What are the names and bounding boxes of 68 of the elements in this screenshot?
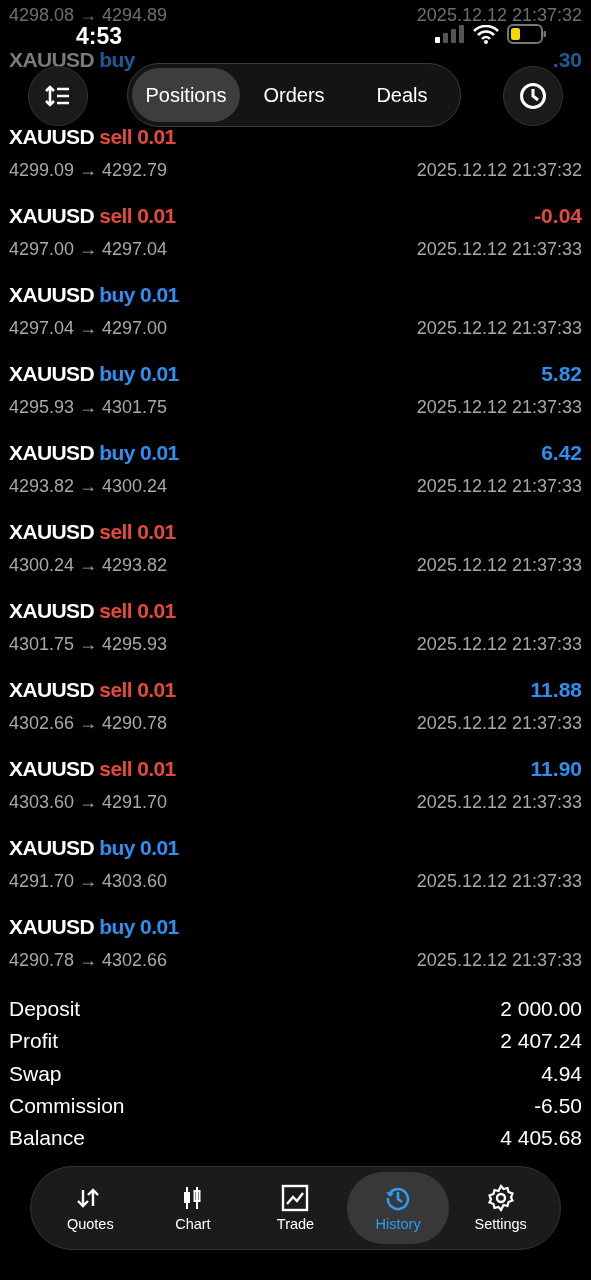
deal-time: 2025.12.12 21:37:33	[416, 633, 582, 655]
deal-title: XAUUSD sell 0.01	[9, 204, 176, 228]
segment-tab[interactable]: Positions	[132, 68, 240, 122]
price-range: 4297.04 → 4297.00	[9, 317, 168, 339]
tab-bar-item[interactable]: Trade	[244, 1172, 347, 1244]
price-range: 4302.66 → 4290.78	[9, 712, 168, 734]
profit-value: .30	[552, 48, 582, 72]
deal-title: XAUUSD buy 0.01	[9, 441, 179, 465]
summary-value: -6.50	[534, 1094, 582, 1119]
summary-value: 2 000.00	[500, 997, 582, 1022]
summary-value: 2 407.24	[500, 1029, 582, 1054]
price-range: 4300.24 → 4293.82	[9, 554, 168, 576]
summary-label: Commission	[9, 1094, 125, 1119]
price-range: 4299.09 → 4292.79	[9, 159, 168, 181]
price-range: 4291.70 → 4303.60	[9, 870, 168, 892]
deal-time: 2025.12.12 21:37:33	[416, 238, 582, 260]
deal-title: XAUUSD buy 0.01	[9, 362, 179, 386]
segment-tab[interactable]: Orders	[240, 68, 348, 122]
price-range: 4301.75 → 4295.93	[9, 633, 168, 655]
deal-time: 2025.12.12 21:37:33	[416, 317, 582, 339]
price-range: 4295.93 → 4301.75	[9, 396, 168, 418]
status-time: 4:53	[76, 25, 123, 48]
deal-time: 2025.12.12 21:37:32	[416, 159, 582, 181]
price-range: 4303.60 → 4291.70	[9, 791, 168, 813]
deal-title: XAUUSD sell 0.01	[9, 520, 176, 544]
sort-icon	[45, 85, 71, 107]
tab-bar-item[interactable]: History	[346, 1172, 450, 1244]
deal-title: XAUUSD buy 0.01	[9, 915, 179, 939]
deal-title: XAUUSD sell 0.01	[9, 125, 176, 149]
summary-value: 4 405.68	[500, 1126, 582, 1151]
deal-time: 2025.12.12 21:37:33	[416, 712, 582, 734]
tab-bar-item[interactable]: Quotes	[39, 1172, 142, 1244]
price-range: 4298.08 → 4294.89	[9, 4, 168, 26]
deal-title: XAUUSD sell 0.01	[9, 757, 176, 781]
price-range: 4293.82 → 4300.24	[9, 475, 168, 497]
summary-label: Balance	[9, 1126, 85, 1151]
deal-title: XAUUSD buy 0.01	[9, 836, 179, 860]
tab-bar-item[interactable]: Settings	[449, 1172, 552, 1244]
trade-icon	[281, 1184, 310, 1212]
clock-icon	[519, 82, 547, 110]
deal-title: XAUUSD sell 0.01	[9, 599, 176, 623]
deal-title: XAUUSD sell 0.01	[9, 678, 176, 702]
battery-icon	[507, 24, 547, 44]
summary-label: Profit	[9, 1029, 58, 1054]
deal-time: 2025.12.12 21:37:33	[416, 396, 582, 418]
summary-label: Deposit	[9, 997, 81, 1022]
deal-time: 2025.12.12 21:37:33	[416, 949, 582, 971]
profit-value: 5.82	[541, 362, 582, 386]
profit-value: -0.04	[534, 204, 582, 228]
deal-time: 2025.12.12 21:37:33	[416, 791, 582, 813]
summary-label: Swap	[9, 1061, 62, 1086]
deal-time: 2025.12.12 21:37:33	[416, 475, 582, 497]
segment-tab[interactable]: Deals	[348, 68, 456, 122]
signal-icon	[435, 25, 465, 43]
tab-bar-item[interactable]: Chart	[141, 1172, 245, 1244]
profit-value: 11.90	[530, 757, 582, 781]
price-range: 4297.00 → 4297.04	[9, 238, 168, 260]
wifi-icon	[473, 24, 499, 44]
deal-time: 2025.12.12 21:37:32	[416, 4, 582, 26]
deal-time: 2025.12.12 21:37:33	[416, 554, 582, 576]
profit-value: 6.42	[541, 441, 582, 465]
deal-title: XAUUSD buy 0.01	[9, 283, 179, 307]
deal-time: 2025.12.12 21:37:33	[416, 870, 582, 892]
summary-value: 4.94	[541, 1061, 582, 1086]
profit-value: 11.88	[530, 678, 582, 702]
price-range: 4290.78 → 4302.66	[9, 949, 168, 971]
deal-title: XAUUSD buy	[9, 48, 135, 72]
settings-icon	[486, 1184, 515, 1212]
